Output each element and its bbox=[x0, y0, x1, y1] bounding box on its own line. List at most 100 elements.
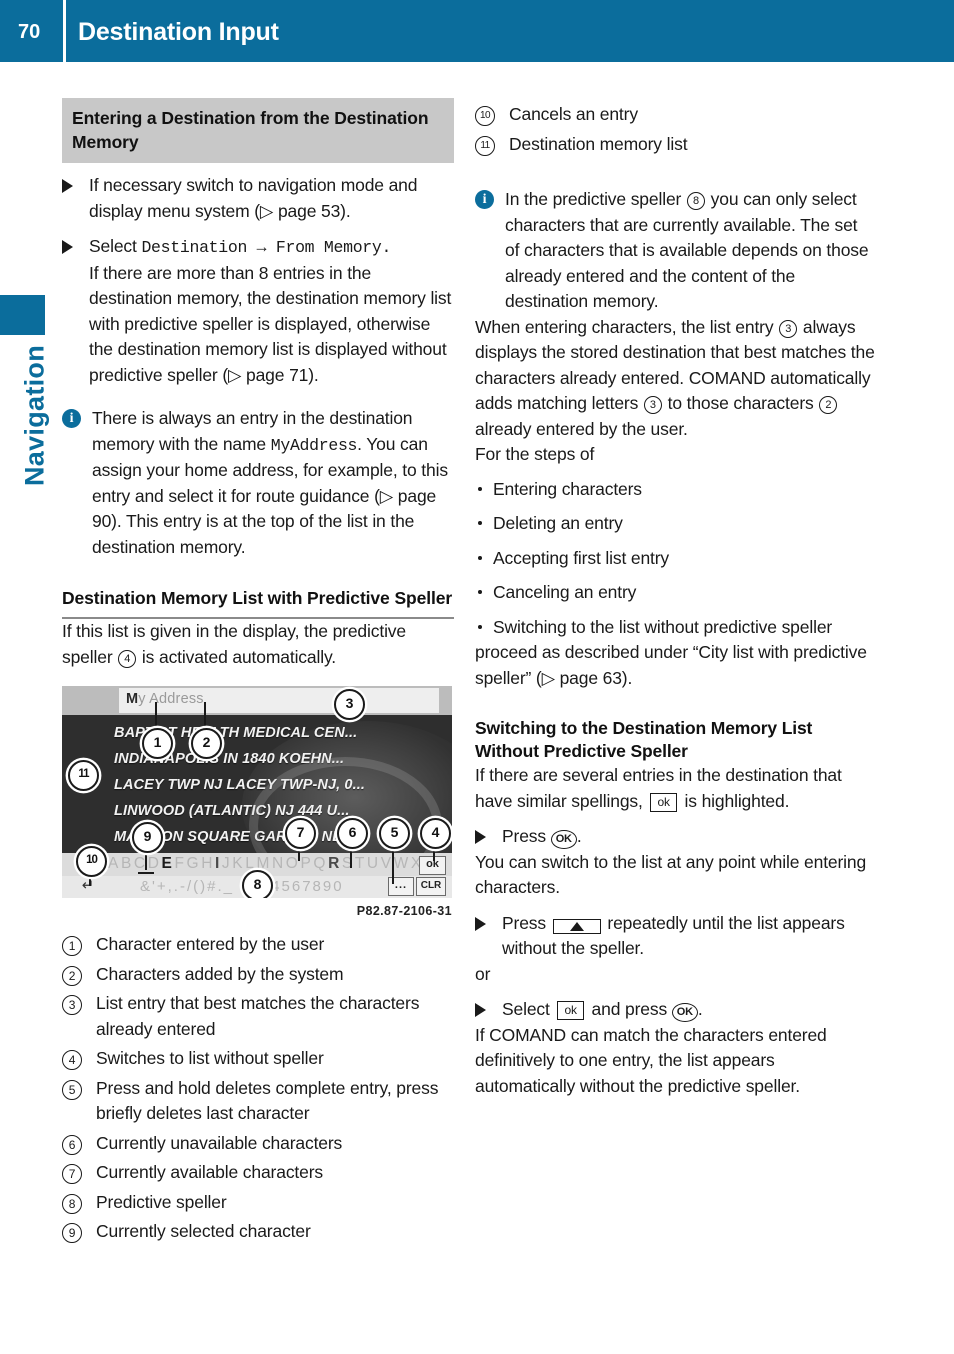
figure-legend-right: 10 Cancels an entry 11 Destination memory … bbox=[475, 102, 875, 157]
bullet-canceling-an-entry: Canceling an entry bbox=[475, 580, 875, 606]
legend-text: Currently unavailable characters bbox=[96, 1132, 343, 1153]
intro-paragraph: If this list is given in the display, th… bbox=[62, 619, 454, 670]
para-text-d: already entered by the user. bbox=[475, 418, 688, 439]
step-arrow-icon bbox=[62, 240, 73, 254]
legend-text: Character entered by the user bbox=[96, 934, 325, 954]
step-press-ok: Press OK. bbox=[475, 824, 875, 850]
callout-10: 10 bbox=[76, 846, 107, 877]
figure-caption: P82.87-2106-31 bbox=[356, 904, 452, 918]
callout-8: 8 bbox=[242, 870, 273, 898]
step-text-body: If there are more than 8 entries in the … bbox=[89, 262, 452, 385]
comand-search-bar: My Address bbox=[62, 686, 452, 715]
legend-item-10: 10 Cancels an entry bbox=[475, 102, 875, 128]
legend-text: Characters added by the system bbox=[96, 963, 344, 984]
step-select-destination-from-memory: Select Destination → From Memory. If the… bbox=[62, 234, 454, 388]
myaddress-entry-name: MyAddress bbox=[270, 435, 358, 455]
legend-item-11: 11 Destination memory list bbox=[475, 132, 875, 158]
para-text-b: is highlighted. bbox=[679, 790, 790, 811]
legend-text: Cancels an entry bbox=[509, 104, 638, 124]
legend-item-2: 2 Characters added by the system bbox=[62, 962, 454, 988]
step-press-up-arrow: Press repeatedly until the list appears … bbox=[475, 911, 875, 962]
info-note-predictive-speller: i In the predictive speller 8 you can on… bbox=[475, 187, 875, 315]
page-number: 70 bbox=[18, 21, 41, 43]
legend-text: Destination memory list bbox=[509, 133, 688, 154]
for-the-steps-of-label: For the steps of bbox=[475, 444, 595, 464]
callout-ref-3: 3 bbox=[643, 396, 662, 414]
para-text-c: to those characters bbox=[662, 393, 819, 413]
or-separator: or bbox=[475, 963, 491, 984]
comand-screen: My Address BAPTIST HEALTH MEDICAL CEN...… bbox=[62, 686, 452, 898]
bullet-text: Accepting first list entry bbox=[493, 547, 670, 568]
legend-item-9: 9 Currently selected character bbox=[62, 1219, 454, 1245]
info-icon: i bbox=[475, 190, 494, 209]
steps-bullet-list: Entering characters Deleting an entry Ac… bbox=[475, 477, 875, 641]
left-column: Entering a Destination from the Destinat… bbox=[62, 98, 454, 1245]
legend-number: 8 bbox=[62, 1193, 82, 1214]
speller-clr-key[interactable]: CLR bbox=[416, 877, 446, 896]
step-select-ok: Select ok and press OK. bbox=[475, 997, 875, 1023]
header-divider bbox=[63, 0, 66, 62]
step-text-b: and press bbox=[586, 999, 672, 1019]
bullet-accepting-first-list-entry: Accepting first list entry bbox=[475, 546, 875, 572]
callout-2: 2 bbox=[191, 728, 222, 759]
legend-item-5: 5 Press and hold deletes complete entry, … bbox=[62, 1076, 454, 1127]
legend-number: 3 bbox=[62, 995, 82, 1015]
selected-character-underline bbox=[138, 872, 154, 874]
legend-item-8: 8 Predictive speller bbox=[62, 1190, 454, 1216]
legend-item-7: 7 Currently available characters bbox=[62, 1160, 454, 1186]
callout-3: 3 bbox=[334, 689, 365, 720]
ok-key-glyph: ok bbox=[650, 792, 677, 812]
speller-back-key[interactable]: ↵ bbox=[74, 877, 102, 894]
bullet-dot-icon bbox=[478, 555, 482, 560]
callout-11: 11 bbox=[68, 760, 99, 791]
system-added-characters: y Address bbox=[138, 691, 204, 707]
list-item[interactable]: LACEY TWP NJ LACEY TWP-NJ, 0... bbox=[114, 777, 365, 793]
page-header: 70 Destination Input bbox=[0, 0, 954, 62]
bullet-text: Deleting an entry bbox=[493, 513, 623, 533]
leader-line-5 bbox=[392, 846, 394, 884]
legend-number: 4 bbox=[62, 1050, 82, 1070]
legend-text: Predictive speller bbox=[96, 1191, 227, 1212]
step-switch-navigation-mode: If necessary switch to navigation mode a… bbox=[62, 173, 454, 224]
figure-comand-destination-memory: My Address BAPTIST HEALTH MEDICAL CEN...… bbox=[62, 686, 452, 918]
bullet-dot-icon bbox=[478, 521, 482, 525]
paragraph-proceed-reference: proceed as described under “City list wi… bbox=[475, 642, 867, 688]
legend-item-4: 4 Switches to list without speller bbox=[62, 1046, 454, 1072]
bullet-dot-icon bbox=[478, 486, 482, 491]
paragraph-switch-anytime: You can switch to the list at any point … bbox=[475, 851, 867, 898]
step-text-b: . bbox=[576, 826, 582, 846]
ok-key-glyph: ok bbox=[557, 1001, 584, 1020]
info-text-a: In the predictive speller bbox=[505, 189, 686, 209]
step-text-lead: Select bbox=[89, 236, 142, 256]
callout-ref-4: 4 bbox=[118, 649, 137, 668]
legend-number: 2 bbox=[62, 965, 82, 986]
chapter-tab-label: Navigation bbox=[19, 344, 50, 487]
subheading-text: Destination Memory List with Predictive … bbox=[62, 588, 453, 608]
right-column: 10 Cancels an entry 11 Destination memory … bbox=[475, 98, 875, 1099]
bullet-text: Switching to the list without predictive… bbox=[493, 616, 833, 637]
callout-5: 5 bbox=[379, 818, 410, 849]
info-note-myaddress: i There is always an entry in the destin… bbox=[62, 406, 454, 560]
callout-ref-2: 2 bbox=[819, 396, 838, 414]
ok-controller-icon: OK bbox=[671, 1003, 698, 1022]
callout-4: 4 bbox=[420, 818, 451, 849]
legend-text: Currently available characters bbox=[96, 1162, 323, 1182]
legend-number: 10 bbox=[475, 106, 495, 126]
list-item[interactable]: LINWOOD (ATLANTIC) NJ 444 U... bbox=[114, 803, 350, 819]
menu-path-command: Destination → From Memory. bbox=[141, 238, 392, 257]
speller-letter-row[interactable]: ABCDEFGHIJKLMNOPQRSTUVWXYZ bbox=[108, 855, 449, 873]
legend-item-6: 6 Currently unavailable characters bbox=[62, 1131, 454, 1157]
callout-1: 1 bbox=[142, 728, 173, 759]
bullet-deleting-an-entry: Deleting an entry bbox=[475, 511, 875, 537]
intro-text-b: is activated automatically. bbox=[137, 646, 336, 667]
step-text-a: Press bbox=[502, 826, 551, 846]
legend-number: 5 bbox=[62, 1079, 82, 1100]
legend-number: 7 bbox=[62, 1164, 82, 1184]
ok-controller-icon: OK bbox=[550, 830, 577, 849]
up-arrow-key-icon bbox=[552, 918, 601, 934]
legend-text: Switches to list without speller bbox=[96, 1048, 324, 1068]
bullet-text: Entering characters bbox=[493, 478, 642, 499]
legend-text: List entry that best matches the charact… bbox=[96, 993, 420, 1039]
callout-ref-8: 8 bbox=[686, 192, 705, 210]
legend-number: 9 bbox=[62, 1223, 82, 1243]
